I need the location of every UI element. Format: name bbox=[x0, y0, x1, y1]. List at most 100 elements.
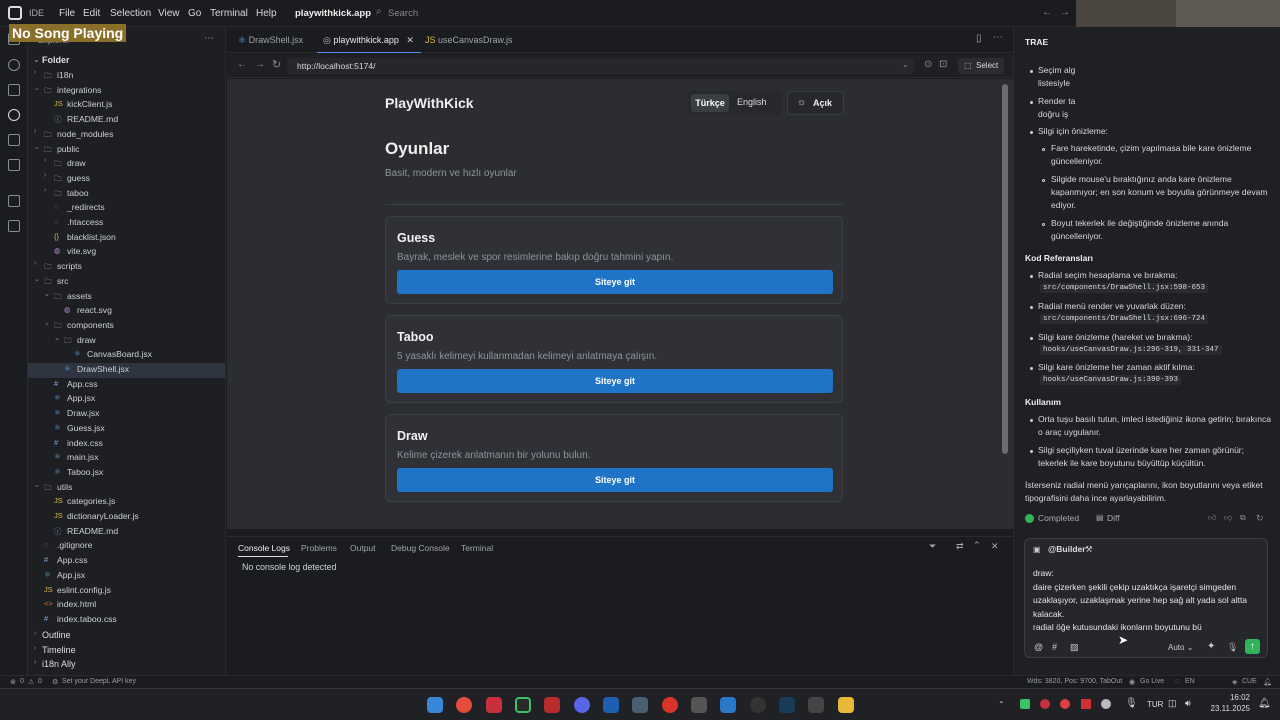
code-reference-link[interactable]: src/components/DrawShell.jsx:696-724 bbox=[1040, 314, 1209, 324]
image-icon[interactable]: ▨ bbox=[1070, 642, 1079, 653]
chevron-down-icon[interactable]: ⌄ bbox=[34, 481, 40, 489]
lang-en-button[interactable]: English bbox=[737, 97, 767, 107]
microphone-icon[interactable]: 🎙︎ bbox=[1227, 642, 1238, 653]
app-icon[interactable] bbox=[808, 697, 824, 713]
menu-edit[interactable]: Edit bbox=[83, 8, 100, 19]
mode-select[interactable]: Auto ⌄ bbox=[1168, 643, 1193, 652]
notification-bell-icon[interactable]: 🔔︎ bbox=[1258, 698, 1271, 709]
app-icon[interactable] bbox=[632, 697, 648, 713]
tray-icon[interactable] bbox=[1101, 699, 1111, 709]
agent-settings-icon[interactable]: ⚒ bbox=[1085, 544, 1093, 555]
chevron-down-icon[interactable]: ⌄ bbox=[33, 55, 40, 64]
hash-icon[interactable]: # bbox=[1052, 642, 1057, 652]
reload-icon[interactable]: ↻ bbox=[272, 58, 281, 71]
volume-icon[interactable]: 🔊︎ bbox=[1185, 698, 1191, 709]
project-name[interactable]: playwithkick.app bbox=[295, 8, 371, 19]
target-icon[interactable]: ⊙ bbox=[924, 59, 932, 70]
tree-file[interactable]: ◍ react.svg bbox=[28, 304, 225, 319]
tree-folder[interactable]: ⌄ 🗀 utils bbox=[28, 481, 225, 496]
tab-output[interactable]: Output bbox=[350, 543, 376, 553]
chevron-down-icon[interactable]: ⌄ bbox=[34, 143, 40, 151]
close-icon[interactable]: ✕ bbox=[991, 541, 999, 552]
split-editor-icon[interactable]: ▯ bbox=[976, 33, 982, 44]
app-icon[interactable] bbox=[691, 697, 707, 713]
tree-file[interactable]: ◌ .gitignore bbox=[28, 539, 225, 554]
tree-file[interactable]: ◌ _redirects bbox=[28, 201, 225, 216]
url-input[interactable]: http://localhost:5174/ bbox=[287, 58, 914, 74]
clock-time[interactable]: 16:02 bbox=[1206, 693, 1250, 702]
chevron-up-icon[interactable]: ⌃ bbox=[973, 540, 981, 551]
tree-file[interactable]: JS eslint.config.js bbox=[28, 584, 225, 599]
thumbs-down-icon[interactable]: 👎︎ bbox=[1224, 513, 1232, 523]
file-explorer-icon[interactable] bbox=[838, 697, 854, 713]
chevron-down-icon[interactable]: ⌄ bbox=[44, 290, 50, 298]
editor-stats[interactable]: Wds: 3820, Pos: 9700, TabOut bbox=[1027, 678, 1122, 685]
warning-icon[interactable]: ⚠ bbox=[28, 678, 34, 686]
forward-arrow-icon[interactable]: → bbox=[255, 59, 265, 70]
tree-file[interactable]: # App.css bbox=[28, 554, 225, 569]
chevron-right-icon[interactable]: › bbox=[34, 630, 36, 637]
tree-folder[interactable]: ⌄ 🗀 draw bbox=[28, 334, 225, 349]
menu-file[interactable]: File bbox=[59, 8, 75, 19]
visit-site-button[interactable]: Siteye git bbox=[397, 468, 833, 492]
steam-icon[interactable] bbox=[779, 697, 795, 713]
tree-file[interactable]: ◌ .htaccess bbox=[28, 216, 225, 231]
discord-icon[interactable] bbox=[574, 697, 590, 713]
tree-file[interactable]: # App.css bbox=[28, 378, 225, 393]
outline-section[interactable]: Outline bbox=[42, 630, 71, 640]
tree-file[interactable]: <> index.html bbox=[28, 598, 225, 613]
input-language[interactable]: TUR bbox=[1147, 700, 1163, 709]
tree-file[interactable]: ⓘ README.md bbox=[28, 525, 225, 540]
tree-folder[interactable]: › 🗀 i18n bbox=[28, 69, 225, 84]
tab-playwithkick[interactable]: ◎ playwithkick.app ✕ bbox=[323, 35, 414, 46]
tab-usecanvasdraw[interactable]: JS useCanvasDraw.js bbox=[425, 35, 513, 45]
chevron-down-icon[interactable]: ⌄ bbox=[34, 275, 40, 283]
tab-terminal[interactable]: Terminal bbox=[461, 543, 493, 553]
translate-icon[interactable] bbox=[8, 220, 20, 232]
more-icon[interactable]: ⋯ bbox=[993, 32, 1003, 43]
extensions-icon[interactable] bbox=[8, 195, 20, 207]
select-button[interactable]: ⬚ Select bbox=[958, 58, 1004, 74]
chevron-down-icon[interactable]: ⌄ bbox=[44, 319, 50, 327]
filezilla-icon[interactable] bbox=[544, 697, 560, 713]
tree-file[interactable]: ⚛ CanvasBoard.jsx bbox=[28, 348, 225, 363]
forward-arrow-icon[interactable]: → bbox=[1060, 7, 1070, 18]
tree-folder[interactable]: ⌄ 🗀 public bbox=[28, 143, 225, 158]
search-icon[interactable] bbox=[8, 59, 20, 71]
tree-folder[interactable]: › 🗀 draw bbox=[28, 157, 225, 172]
chrome-icon[interactable] bbox=[456, 697, 472, 713]
tree-file[interactable]: ⚛ Taboo.jsx bbox=[28, 466, 225, 481]
chevron-right-icon[interactable]: › bbox=[34, 69, 36, 76]
root-folder[interactable]: Folder bbox=[42, 55, 70, 65]
tree-file[interactable]: ⚛ DrawShell.jsx bbox=[28, 363, 225, 378]
chevron-down-icon[interactable]: ⌄ bbox=[902, 60, 909, 69]
error-icon[interactable]: ⊗ bbox=[10, 678, 16, 686]
tree-folder[interactable]: › 🗀 guess bbox=[28, 172, 225, 187]
chat-input-box[interactable]: ▣ @Builder ⚒ draw: daire çizerken şekili… bbox=[1024, 538, 1268, 658]
tree-file[interactable]: ⚛ App.jsx bbox=[28, 569, 225, 584]
menu-help[interactable]: Help bbox=[256, 8, 277, 19]
diff-button[interactable]: Diff bbox=[1107, 512, 1120, 525]
visit-site-button[interactable]: Siteye git bbox=[397, 270, 833, 294]
filter-icon[interactable]: ⏷ bbox=[929, 541, 936, 552]
inspect-icon[interactable]: ⊡ bbox=[939, 59, 947, 70]
menu-terminal[interactable]: Terminal bbox=[210, 8, 248, 19]
tree-file[interactable]: # index.taboo.css bbox=[28, 613, 225, 628]
send-button[interactable]: ↑ bbox=[1245, 639, 1260, 654]
tree-folder[interactable]: ⌄ 🗀 components bbox=[28, 319, 225, 334]
tray-icon[interactable] bbox=[1040, 699, 1050, 709]
agent-name[interactable]: @Builder bbox=[1048, 544, 1086, 554]
tree-file[interactable]: ⚛ main.jsx bbox=[28, 451, 225, 466]
language-status[interactable]: EN bbox=[1185, 678, 1195, 685]
menu-selection[interactable]: Selection bbox=[110, 8, 151, 19]
tab-console-logs[interactable]: Console Logs bbox=[238, 543, 290, 553]
chevron-down-icon[interactable]: ⌄ bbox=[361, 8, 368, 17]
debug-icon[interactable] bbox=[8, 134, 20, 146]
back-arrow-icon[interactable]: ← bbox=[237, 59, 247, 70]
i18n-ally-section[interactable]: i18n Ally bbox=[42, 659, 76, 669]
back-arrow-icon[interactable]: ← bbox=[1042, 7, 1052, 18]
error-count[interactable]: 0 bbox=[20, 678, 24, 685]
chevron-right-icon[interactable]: › bbox=[34, 645, 36, 652]
deepl-status[interactable]: Set your DeepL API key bbox=[62, 678, 136, 685]
tree-file[interactable]: ◍ vite.svg bbox=[28, 245, 225, 260]
